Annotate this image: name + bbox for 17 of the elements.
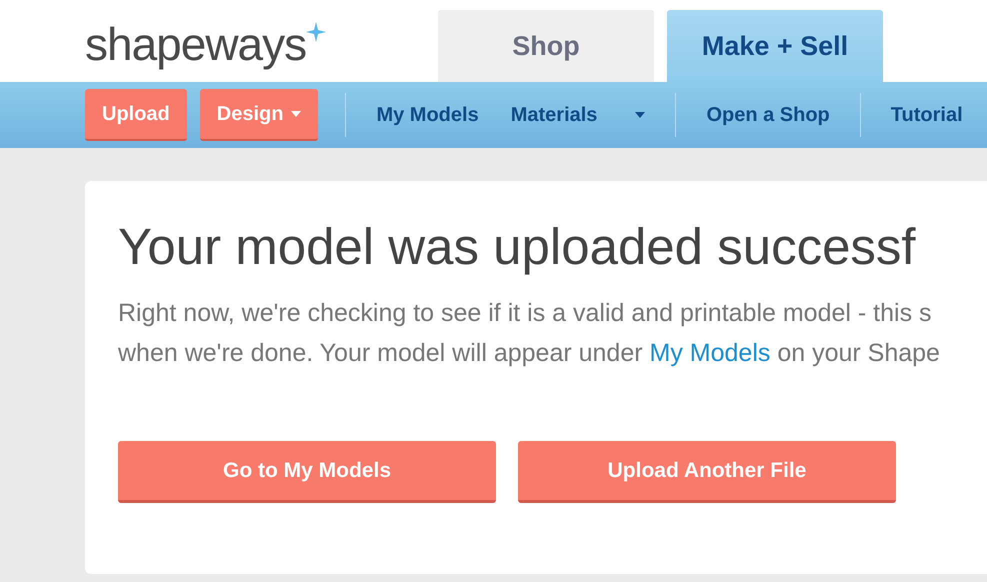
nav-link[interactable]: Materials	[494, 100, 662, 130]
logo-text: shapeways	[85, 18, 306, 70]
my-models-link[interactable]: My Models	[650, 333, 770, 373]
action-button[interactable]: Go to My Models	[118, 441, 496, 503]
page-heading: Your model was uploaded successf	[118, 217, 917, 277]
nav-button[interactable]: Upload	[85, 89, 187, 141]
nav-link[interactable]: Tutorial	[874, 100, 979, 130]
body-text: Right now, we're checking to see if it is a valid and printable model - this s	[118, 298, 932, 329]
nav-tab[interactable]: Make + Sell	[667, 10, 883, 82]
nav-link[interactable]: Open a Shop	[690, 100, 846, 130]
action-button[interactable]: Upload Another File	[518, 441, 896, 503]
nav-tab[interactable]: Shop	[438, 10, 654, 82]
star-icon	[306, 22, 326, 42]
nav-link[interactable]: My Models	[360, 100, 495, 130]
body-text: on your Shape	[776, 338, 940, 369]
nav-button[interactable]: Design	[200, 89, 318, 141]
body-text: when we're done. Your model will appear under	[118, 338, 644, 369]
